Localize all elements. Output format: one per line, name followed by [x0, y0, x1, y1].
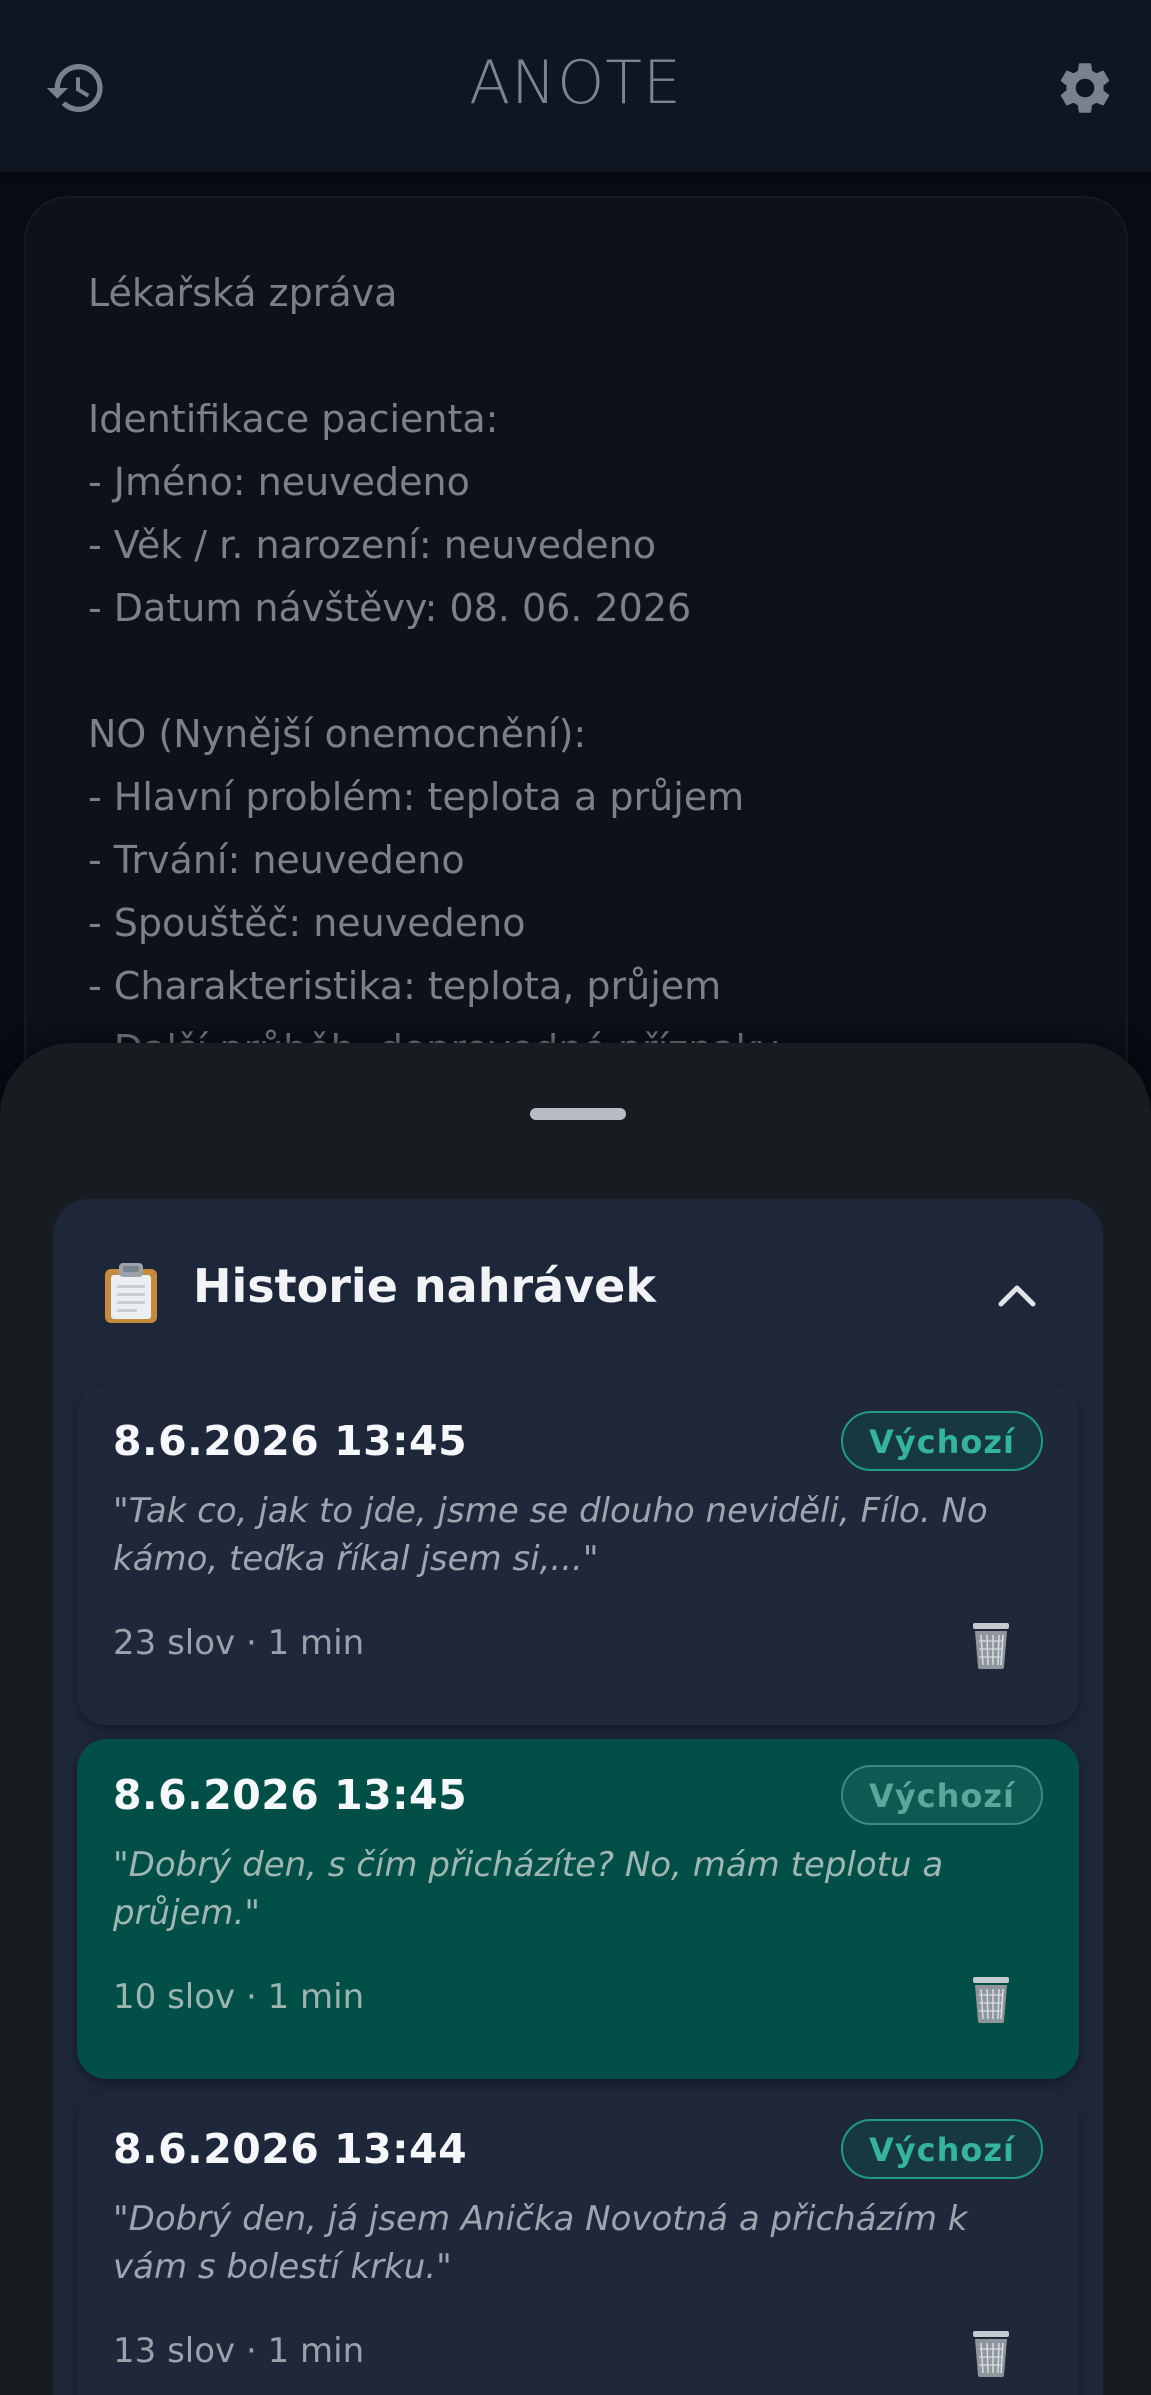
report-line: - Spouštěč: neuvedeno [88, 901, 526, 945]
recording-date: 8.6.2026 13:44 [113, 2125, 468, 2173]
recording-item[interactable]: 8.6.2026 13:45 Výchozí "Tak co, jak to j… [77, 1385, 1079, 1725]
delete-button[interactable] [965, 2325, 1017, 2381]
recording-excerpt: "Tak co, jak to jde, jsme se dlouho nevi… [113, 1491, 988, 1579]
report-line: - Hlavní problém: teplota a průjem [88, 775, 745, 819]
recording-meta: 13 slov · 1 min [113, 2331, 365, 2371]
delete-button[interactable] [965, 1617, 1017, 1673]
bottom-sheet: Historie nahrávek 8.6.2026 13:45 Výchozí… [0, 1043, 1151, 2395]
report-line: Identifikace pacienta: [88, 397, 499, 441]
report-line: - Datum návštěvy: 08. 06. 2026 [88, 586, 692, 630]
recording-excerpt: "Dobrý den, s čím přicházíte? No, mám te… [113, 1845, 944, 1933]
default-badge[interactable]: Výchozí [841, 2119, 1043, 2179]
recording-item-selected[interactable]: 8.6.2026 13:45 Výchozí "Dobrý den, s čím… [77, 1739, 1079, 2079]
settings-button[interactable] [1049, 52, 1121, 124]
report-line: - Trvání: neuvedeno [88, 838, 465, 882]
clipboard-icon [105, 1263, 157, 1323]
report-text: Lékařská zpráva Identifikace pacienta: -… [88, 262, 1086, 1081]
recording-date: 8.6.2026 13:45 [113, 1771, 468, 1819]
trash-icon [973, 2331, 1009, 2377]
delete-button[interactable] [965, 1971, 1017, 2027]
recording-excerpt: "Dobrý den, já jsem Anička Novotná a při… [113, 2199, 968, 2287]
history-title: Historie nahrávek [193, 1259, 656, 1313]
report-line: Lékařská zpráva [88, 271, 398, 315]
history-panel: Historie nahrávek 8.6.2026 13:45 Výchozí… [53, 1199, 1103, 2395]
sheet-drag-handle[interactable] [530, 1108, 626, 1120]
trash-icon [973, 1977, 1009, 2023]
default-badge[interactable]: Výchozí [841, 1411, 1043, 1471]
app-header: ANOTE [0, 0, 1151, 172]
trash-icon [973, 1623, 1009, 1669]
default-badge[interactable]: Výchozí [841, 1765, 1043, 1825]
gear-icon [1060, 63, 1110, 113]
history-panel-header[interactable]: Historie nahrávek [53, 1199, 1103, 1385]
recording-meta: 10 slov · 1 min [113, 1977, 365, 2017]
report-line [88, 325, 1086, 388]
recording-date: 8.6.2026 13:45 [113, 1417, 468, 1465]
report-line: - Věk / r. narození: neuvedeno [88, 523, 656, 567]
report-line [88, 640, 1086, 703]
recording-meta: 23 slov · 1 min [113, 1623, 365, 1663]
collapse-button[interactable] [989, 1267, 1045, 1323]
app-screen: ANOTE Lékařská zpráva Identifikace pacie… [0, 0, 1151, 2395]
chevron-up-icon [998, 1285, 1036, 1307]
app-title: ANOTE [469, 48, 682, 118]
report-line: NO (Nynější onemocnění): [88, 712, 587, 756]
report-line: - Jméno: neuvedeno [88, 460, 470, 504]
recording-item[interactable]: 8.6.2026 13:44 Výchozí "Dobrý den, já js… [77, 2093, 1079, 2395]
report-line: - Charakteristika: teplota, průjem [88, 964, 722, 1008]
